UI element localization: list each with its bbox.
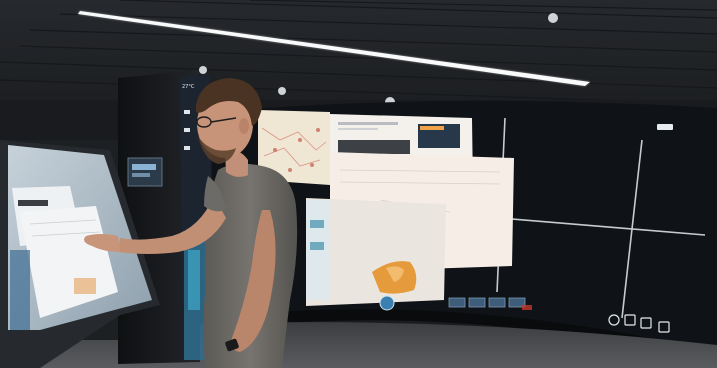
- scene-drawing: [0, 0, 717, 368]
- wall-btn-2[interactable]: [468, 297, 486, 308]
- wall-home-button[interactable]: [379, 295, 395, 311]
- kiosk-screen: [127, 157, 163, 187]
- wall-btn-3[interactable]: [488, 297, 506, 308]
- kiosk-readout: 27°C: [182, 84, 195, 90]
- wall-logo-icon: [657, 124, 673, 130]
- photo-scene: 27°C: [0, 0, 717, 368]
- wall-btn-1[interactable]: [448, 297, 466, 308]
